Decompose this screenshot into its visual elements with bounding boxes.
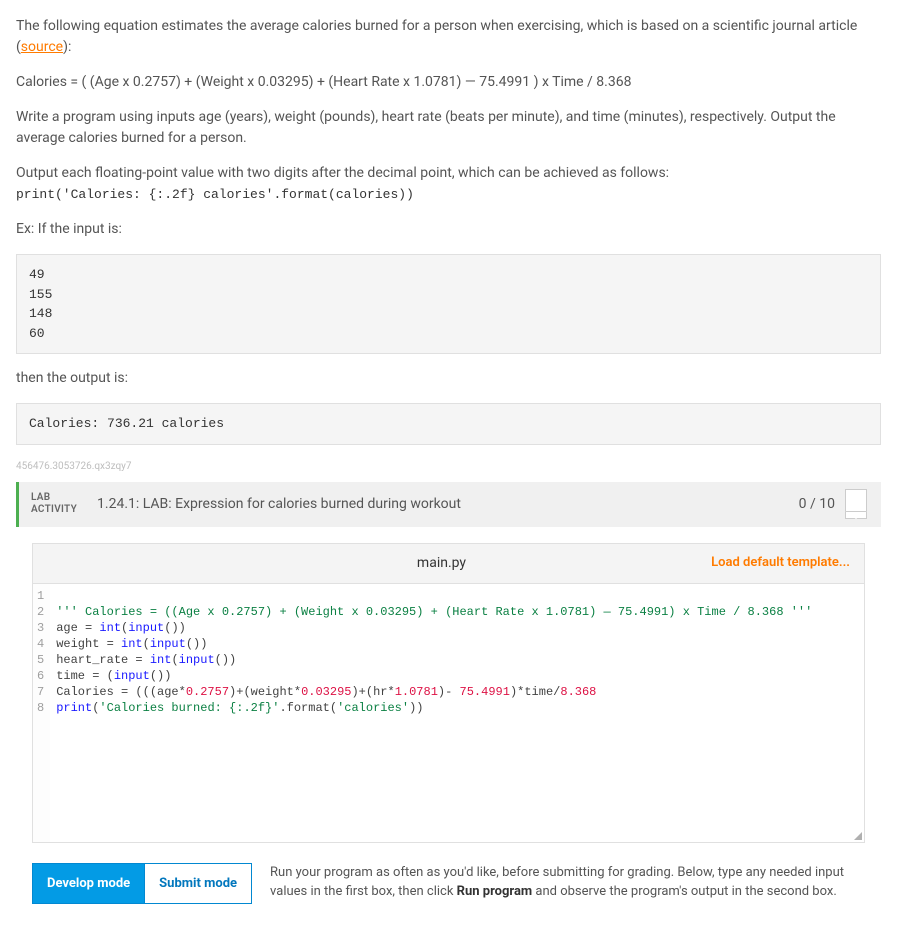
lab-score: 0 / 10 <box>789 494 845 515</box>
example-output-block: Calories: 736.21 calories <box>16 403 881 445</box>
code-line: time = (input()) <box>56 669 171 683</box>
run-controls-row: Develop mode Submit mode Run your progra… <box>32 863 865 905</box>
lab-activity-header: LAB ACTIVITY 1.24.1: LAB: Expression for… <box>16 482 881 527</box>
code-line: ''' Calories = ((Age x 0.2757) + (Weight… <box>56 605 812 619</box>
lab-label: LAB ACTIVITY <box>19 484 89 524</box>
source-link[interactable]: source <box>21 39 63 55</box>
load-default-template-link[interactable]: Load default template... <box>578 553 864 573</box>
code-line: age = int(input()) <box>56 621 186 635</box>
output-code-example: print('Calories: {:.2f} calories'.format… <box>16 187 414 202</box>
intro-text: The following equation estimates the ave… <box>16 18 857 55</box>
lab-title: 1.24.1: LAB: Expression for calories bur… <box>89 482 789 527</box>
example-input-block: 49 155 148 60 <box>16 254 881 354</box>
example-input-label: Ex: If the input is: <box>16 219 881 240</box>
task-text: Write a program using inputs age (years)… <box>16 107 881 149</box>
intro-suffix: ): <box>63 39 71 55</box>
develop-mode-button[interactable]: Develop mode <box>32 863 144 905</box>
output-hint: Output each floating-point value with tw… <box>16 163 881 205</box>
code-line: print('Calories burned: {:.2f}'.format('… <box>56 701 423 715</box>
content-id: 456476.3053726.qx3zqy7 <box>16 459 881 474</box>
resize-handle-icon[interactable] <box>854 832 862 840</box>
equation-text: Calories = ( (Age x 0.2757) + (Weight x … <box>16 72 881 93</box>
code-line: Calories = (((age*0.2757)+(weight*0.0329… <box>56 685 596 699</box>
submit-mode-button[interactable]: Submit mode <box>144 863 252 905</box>
mode-button-group: Develop mode Submit mode <box>32 863 252 905</box>
line-number-gutter: 1 2 3 4 5 6 7 8 <box>33 584 50 842</box>
code-line: heart_rate = int(input()) <box>56 653 236 667</box>
example-output-label: then the output is: <box>16 368 881 389</box>
code-line: weight = int(input()) <box>56 637 207 651</box>
editor-header: main.py Load default template... <box>32 543 865 583</box>
code-content[interactable]: ''' Calories = ((Age x 0.2757) + (Weight… <box>50 584 864 842</box>
run-instructions: Run your program as often as you'd like,… <box>270 863 865 902</box>
score-badge-icon <box>845 489 867 519</box>
editor-filename: main.py <box>305 553 577 574</box>
intro-paragraph: The following equation estimates the ave… <box>16 16 881 58</box>
code-editor[interactable]: 1 2 3 4 5 6 7 8 ''' Calories = ((Age x 0… <box>32 583 865 843</box>
lab-body: main.py Load default template... 1 2 3 4… <box>16 527 881 921</box>
problem-instructions: The following equation estimates the ave… <box>16 16 881 445</box>
run-program-bold: Run program <box>457 884 533 899</box>
